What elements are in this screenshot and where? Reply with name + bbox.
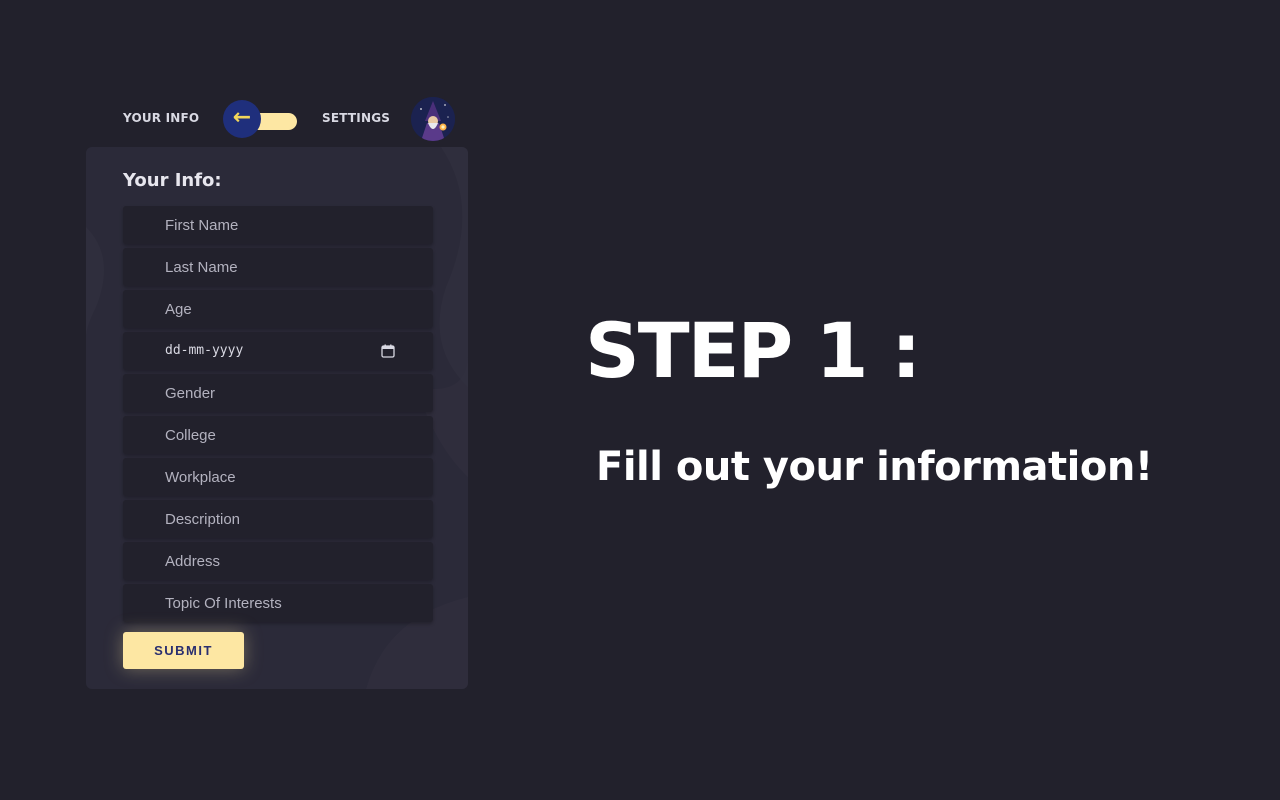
form-title: Your Info: — [123, 170, 222, 191]
step-heading: STEP 1 : — [585, 306, 921, 395]
age-input[interactable] — [123, 290, 433, 328]
arrow-left-icon[interactable]: ← — [223, 100, 261, 138]
first-name-field — [123, 206, 433, 244]
step-subheading: Fill out your information! — [596, 444, 1153, 490]
gender-field — [123, 374, 433, 412]
description-input[interactable] — [123, 500, 433, 538]
college-field — [123, 416, 433, 454]
birth-date-field[interactable]: dd-mm-yyyy — [123, 332, 433, 370]
submit-button[interactable]: SUBMIT — [123, 632, 244, 669]
calendar-icon[interactable] — [381, 344, 395, 358]
address-input[interactable] — [123, 542, 433, 580]
user-info-card: Your Info: dd-mm-yyyy — [86, 147, 468, 689]
section-toggle[interactable]: ← — [223, 100, 297, 138]
form-fields: dd-mm-yyyy — [123, 206, 433, 626]
last-name-input[interactable] — [123, 248, 433, 286]
address-field — [123, 542, 433, 580]
description-field — [123, 500, 433, 538]
college-input[interactable] — [123, 416, 433, 454]
last-name-field — [123, 248, 433, 286]
section-switcher: YOUR INFO ← SETTINGS — [86, 96, 468, 142]
your-info-tab[interactable]: YOUR INFO — [123, 111, 199, 125]
wizard-avatar[interactable] — [411, 97, 455, 141]
settings-tab[interactable]: SETTINGS — [322, 111, 390, 125]
interests-input[interactable] — [123, 584, 433, 622]
workplace-input[interactable] — [123, 458, 433, 496]
date-input[interactable]: dd-mm-yyyy — [165, 343, 243, 358]
workplace-field — [123, 458, 433, 496]
age-field — [123, 290, 433, 328]
first-name-input[interactable] — [123, 206, 433, 244]
interests-field — [123, 584, 433, 622]
gender-input[interactable] — [123, 374, 433, 412]
page: YOUR INFO ← SETTINGS Your Info: First Na… — [0, 0, 1280, 800]
